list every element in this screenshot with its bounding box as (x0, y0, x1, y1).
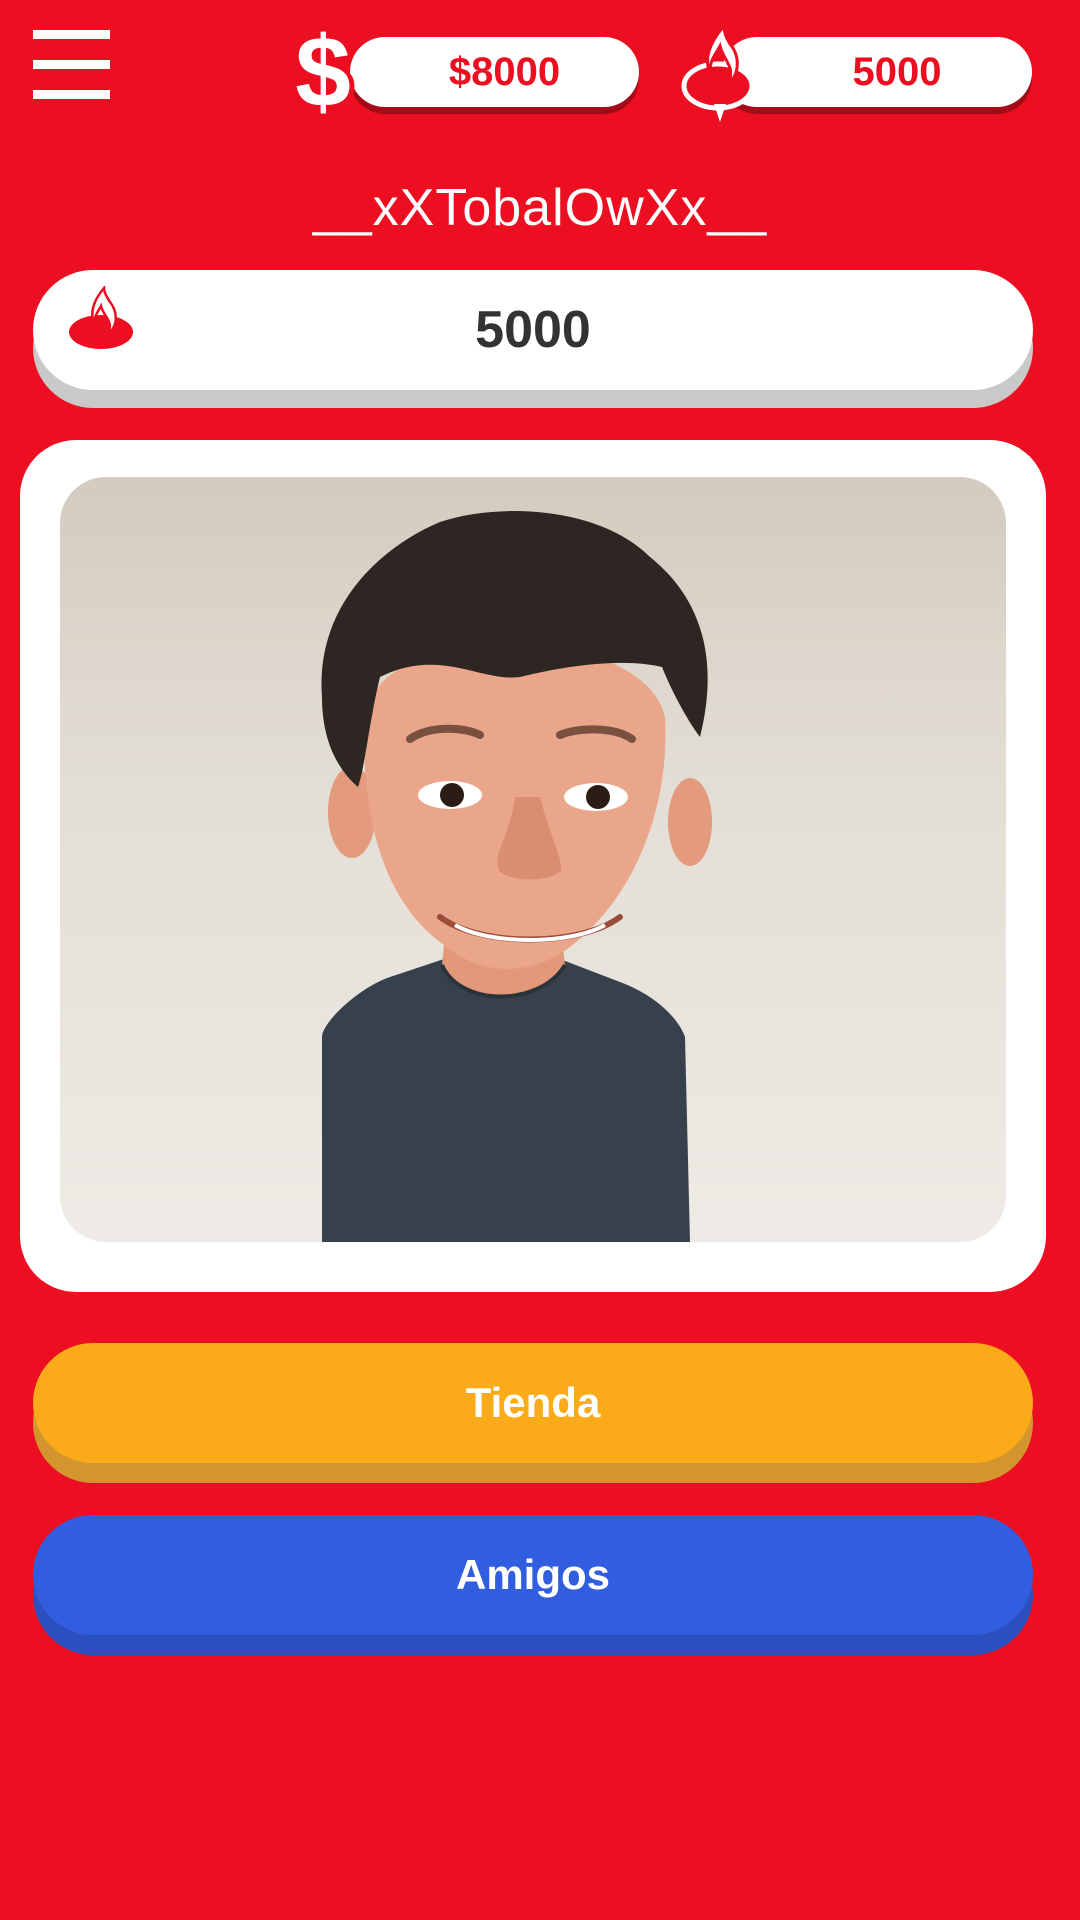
points-bar-value: 5000 (475, 301, 591, 359)
3d-avatar-image (321, 511, 712, 1242)
username: __xXTobalOwXx__ (312, 179, 768, 237)
points-balance-value: 5000 (852, 49, 942, 94)
hamburger-bar (33, 90, 110, 99)
hamburger-menu-icon (33, 30, 110, 39)
money-balance-value: $8000 (448, 49, 561, 94)
store-button[interactable]: Tienda (33, 1343, 1033, 1463)
menu-button[interactable] (33, 30, 110, 100)
santander-flame-icon (681, 22, 755, 122)
santander-flame-icon (69, 286, 133, 349)
friends-button[interactable]: Amigos (33, 1515, 1033, 1635)
points-balance-pill[interactable]: 5000 (722, 37, 1032, 107)
hamburger-bar (33, 60, 110, 69)
dollar-icon: $ (295, 16, 351, 128)
avatar-image (60, 477, 1006, 1242)
money-balance-pill[interactable]: $8000 (350, 37, 639, 107)
points-bar: 5000 (33, 270, 1033, 390)
